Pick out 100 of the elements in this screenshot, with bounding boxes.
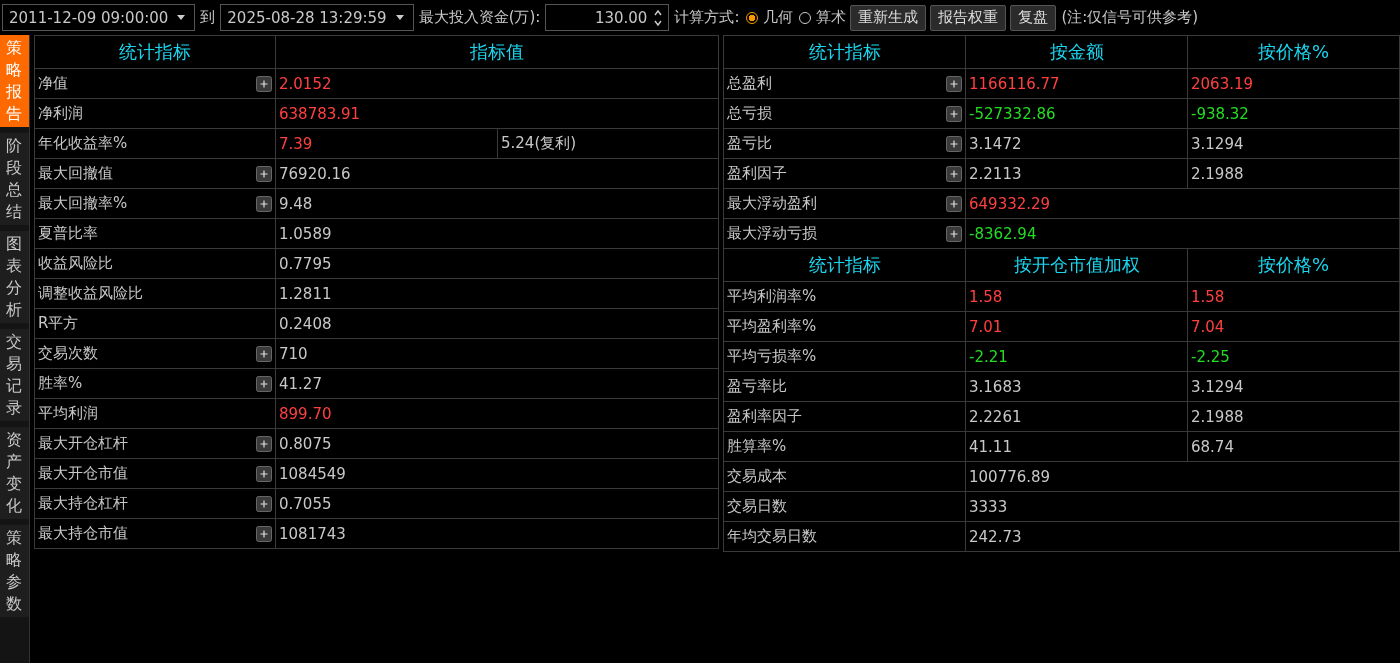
metric-label: 胜算率% [727,437,787,456]
metric-value: 3.1294 [1191,134,1244,153]
caret-icon [394,14,405,21]
metric-value: 2.0152 [279,74,332,93]
metric-value: 5.24(复利) [501,134,577,152]
expand-button[interactable] [256,495,272,512]
metric-label: 调整收益风险比 [38,284,143,303]
metric-label: 胜率% [38,374,83,393]
metric-label: 最大浮动亏损 [727,224,817,243]
column-header: 按价格% [1187,248,1400,282]
caret-icon [176,14,187,21]
toolbar-button[interactable]: 复盘 [1010,4,1057,31]
metric-value: 1.58 [1191,287,1225,306]
metric-label: 平均利润率% [727,287,817,306]
metric-value: 2063.19 [1191,74,1254,93]
expand-button[interactable] [256,435,272,452]
side-tab[interactable]: 策略参数 [0,525,29,617]
metric-value: 1081743 [279,524,346,543]
metric-value: 9.48 [279,194,313,213]
expand-button[interactable] [946,105,962,122]
expand-button[interactable] [256,465,272,482]
metric-value: 7.04 [1191,317,1225,336]
metric-label: 平均亏损率% [727,347,817,366]
metric-value: -8362.94 [969,224,1037,243]
metric-value: 899.70 [279,404,332,423]
metric-label: 盈利因子 [727,164,787,183]
expand-button[interactable] [256,525,272,542]
metric-label: 平均盈利率% [727,317,817,336]
metric-value: 1084549 [279,464,346,483]
metric-label: 最大浮动盈利 [727,194,817,213]
metric-value: 0.7055 [279,494,332,513]
metric-value: 638783.91 [279,104,361,123]
column-header: 按价格% [1187,35,1400,69]
metric-value: 649332.29 [969,194,1051,213]
expand-button[interactable] [946,165,962,182]
metric-label: 交易日数 [727,497,787,516]
metric-value: 3.1294 [1191,377,1244,396]
metric-value: 0.2408 [279,314,332,333]
metric-value: 2.2113 [969,164,1022,183]
metric-value: 710 [279,344,308,363]
metric-label: 年均交易日数 [727,527,817,546]
metric-label: 年化收益率% [38,134,128,153]
side-tab[interactable]: 资产变化 [0,427,29,519]
metric-label: 总亏损 [727,104,772,123]
expand-button[interactable] [946,75,962,92]
metric-label: 夏普比率 [38,224,98,243]
metric-value: -2.21 [969,347,1008,366]
column-header: 按金额 [965,35,1188,69]
column-header: 统计指标 [723,35,966,69]
toolbar-button[interactable]: 重新生成 [850,4,927,31]
metric-label: 最大回撤率% [38,194,128,213]
metric-value: 7.39 [279,134,313,153]
expand-button[interactable] [946,135,962,152]
metric-label: 收益风险比 [38,254,113,273]
column-header: 指标值 [275,35,719,69]
radio-option[interactable]: 几何 [746,8,794,27]
metric-label: R平方 [38,314,79,333]
metric-label: 净值 [38,74,68,93]
metric-label: 总盈利 [727,74,772,93]
toolbar-button[interactable]: 报告权重 [930,4,1007,31]
note-text: (注:仅信号可供参考) [1060,8,1200,27]
metric-label: 最大开仓杠杆 [38,434,128,453]
metric-value: 41.27 [279,374,322,393]
metric-label: 最大持仓市值 [38,524,128,543]
metric-value: 1166116.77 [969,74,1060,93]
metric-label: 最大开仓市值 [38,464,128,483]
capital-label: 最大投入资金(万): [417,8,542,27]
metric-value: 0.8075 [279,434,332,453]
expand-button[interactable] [256,375,272,392]
expand-button[interactable] [256,345,272,362]
metric-value: 2.2261 [969,407,1022,426]
to-label: 到 [199,8,217,27]
metric-value: 68.74 [1191,437,1234,456]
end-time-dropdown[interactable]: 2025-08-28 13:29:59 [220,4,414,31]
metric-value: 242.73 [969,527,1022,546]
metric-value: 7.01 [969,317,1003,336]
metric-value: 0.7795 [279,254,332,273]
metric-label: 交易次数 [38,344,98,363]
capital-spinbox[interactable]: 130.00 [545,4,670,31]
radio-option[interactable]: 算术 [799,8,847,27]
expand-button[interactable] [256,195,272,212]
calc-mode-label: 计算方式: [673,8,741,27]
side-tab[interactable]: 阶段总结 [0,133,29,225]
side-tab[interactable]: 图表分析 [0,231,29,323]
metric-value: 76920.16 [279,164,351,183]
start-time-dropdown[interactable]: 2011-12-09 09:00:00 [2,4,196,31]
metric-value: 2.1988 [1191,164,1244,183]
expand-button[interactable] [946,225,962,242]
metric-label: 盈利率因子 [727,407,802,426]
expand-button[interactable] [256,165,272,182]
metric-value: 3.1472 [969,134,1022,153]
metric-value: 3.1683 [969,377,1022,396]
expand-button[interactable] [946,195,962,212]
metric-label: 最大回撤值 [38,164,113,183]
metric-value: 41.11 [969,437,1012,456]
expand-button[interactable] [256,75,272,92]
metric-label: 盈亏率比 [727,377,787,396]
metric-label: 最大持仓杠杆 [38,494,128,513]
metric-label: 交易成本 [727,467,787,486]
side-tab[interactable]: 交易记录 [0,329,29,421]
